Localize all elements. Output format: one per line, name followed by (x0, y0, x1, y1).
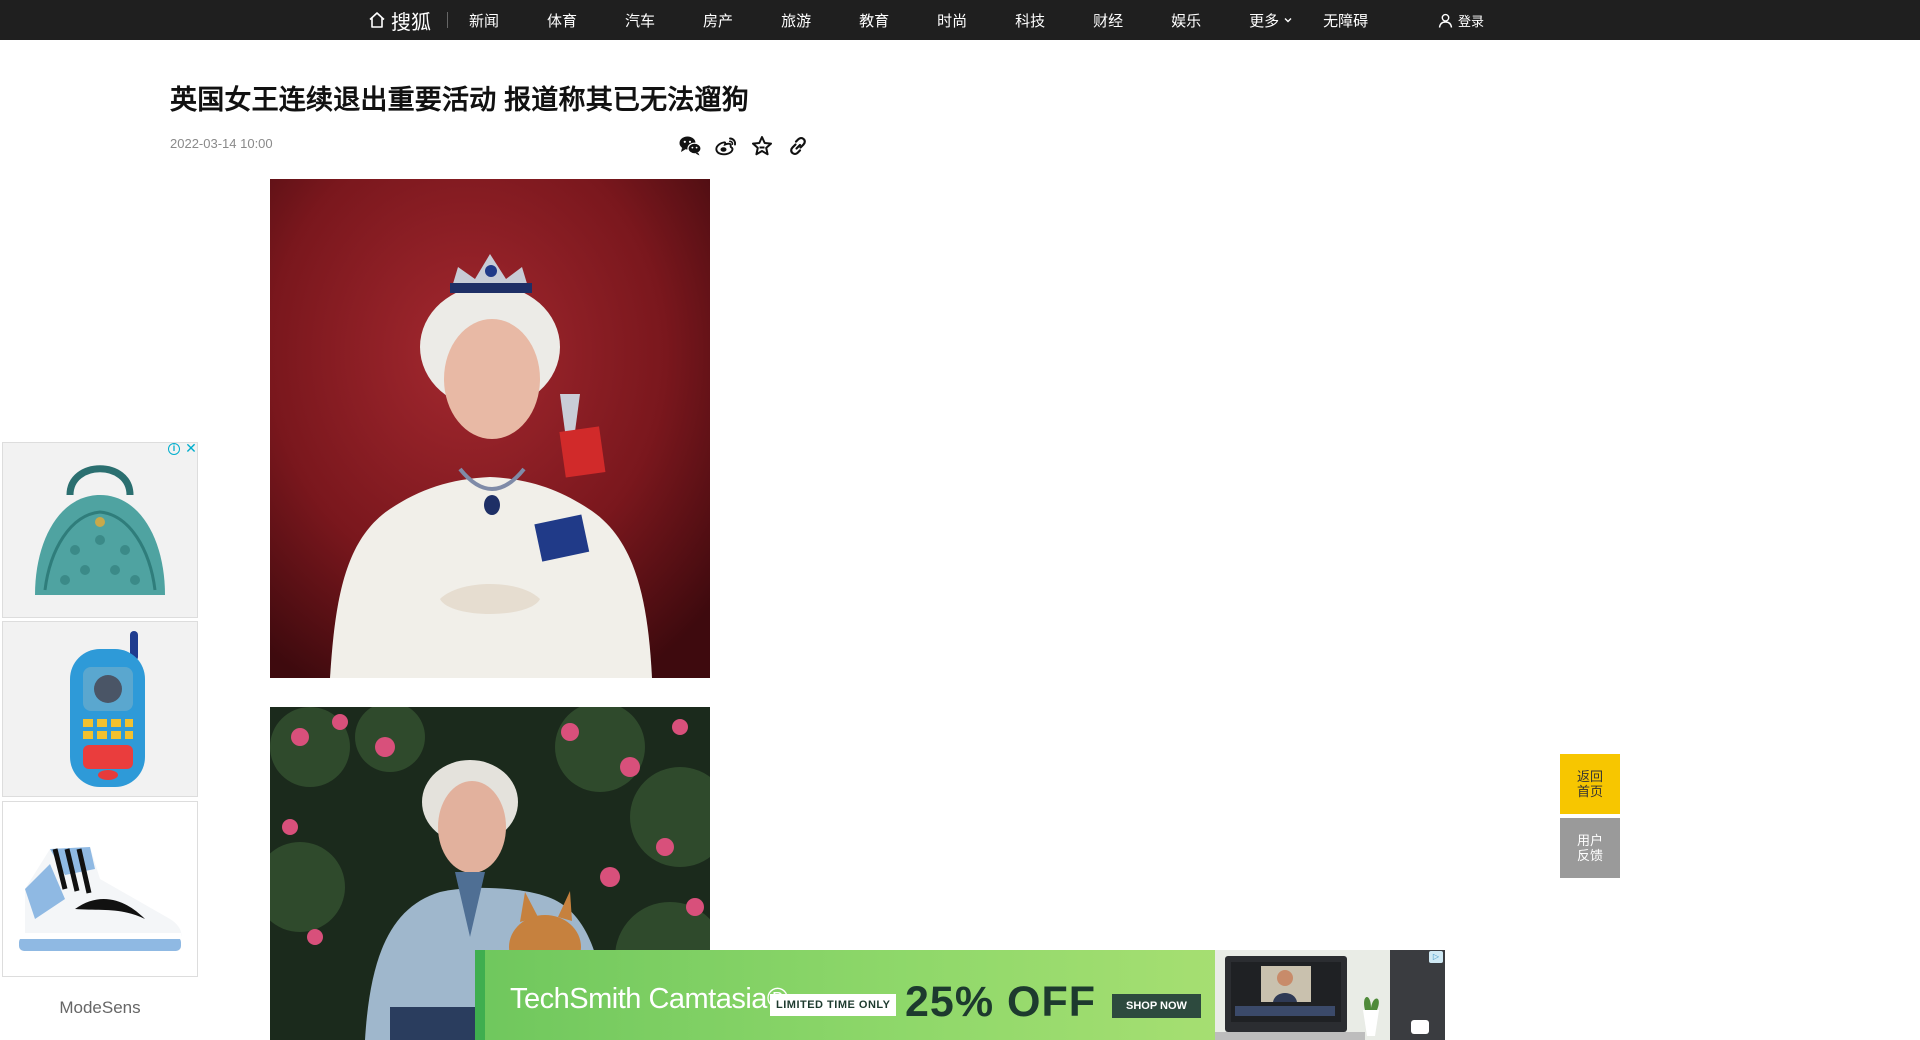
ad-laptop-scene-image (1215, 950, 1445, 1040)
link-icon[interactable] (784, 132, 812, 160)
login-label: 登录 (1458, 13, 1485, 29)
side-ad-modesens: i ✕ ModeSens (2, 441, 198, 1032)
home-icon (369, 12, 385, 28)
top-navigation-bar: 搜狐 新闻 体育 汽车 房产 旅游 教育 时尚 科技 财经 娱乐 更多 无障碍 … (0, 0, 1920, 40)
nav-item-auto[interactable]: 汽车 (625, 10, 655, 31)
nav-item-sports[interactable]: 体育 (547, 10, 577, 31)
ad-edge-stripe (475, 950, 485, 1040)
ad-controls: i ✕ (168, 441, 198, 456)
back-to-home-button[interactable]: 返回首页 (1560, 754, 1620, 814)
logo-text: 搜狐 (391, 11, 431, 34)
nav-more-label: 更多 (1249, 12, 1280, 30)
ad-brand-label[interactable]: ModeSens (2, 998, 198, 1018)
article-photo-queen-portrait (270, 179, 710, 678)
info-icon[interactable]: i (168, 443, 180, 455)
nav-divider (447, 12, 448, 28)
sohu-logo[interactable]: 搜狐 (368, 0, 447, 40)
article-title: 英国女王连续退出重要活动 报道称其已无法遛狗 (170, 85, 749, 115)
nav-item-realestate[interactable]: 房产 (703, 10, 733, 31)
nav-item-travel[interactable]: 旅游 (781, 10, 811, 31)
ad-product-sneaker[interactable] (2, 801, 198, 977)
close-icon[interactable]: ✕ (184, 441, 198, 456)
ad-limited-badge: LIMITED TIME ONLY (770, 994, 897, 1016)
user-feedback-label: 用户反馈 (1576, 833, 1603, 863)
nav-item-news[interactable]: 新闻 (469, 10, 499, 31)
sneaker-image (19, 847, 182, 951)
nav-item-accessibility[interactable]: 无障碍 (1323, 10, 1368, 31)
ad-product-toy-phone[interactable] (2, 621, 198, 797)
back-to-home-label: 返回首页 (1576, 769, 1603, 799)
ad-brand-text: TechSmith Camtasia® (510, 983, 788, 1015)
favorite-star-icon[interactable] (748, 132, 776, 160)
shop-now-button[interactable]: SHOP NOW (1112, 994, 1201, 1018)
nav-item-education[interactable]: 教育 (859, 10, 889, 31)
weibo-icon[interactable] (712, 132, 740, 160)
handbag-image (35, 465, 165, 595)
wechat-icon[interactable] (676, 132, 704, 160)
ad-choices-icon[interactable]: ▷ (1429, 951, 1443, 963)
nav-item-finance[interactable]: 财经 (1093, 10, 1123, 31)
share-bar (676, 132, 820, 160)
nav-item-tech[interactable]: 科技 (1015, 10, 1045, 31)
bottom-banner-ad[interactable]: TechSmith Camtasia® LIMITED TIME ONLY 25… (475, 950, 1445, 1040)
nav-item-more[interactable]: 更多 (1249, 10, 1293, 31)
publish-time: 2022-03-14 10:00 (170, 136, 273, 151)
chevron-down-icon (1284, 18, 1292, 23)
nav-item-fashion[interactable]: 时尚 (937, 10, 967, 31)
nav-item-entertainment[interactable]: 娱乐 (1171, 10, 1201, 31)
login-button[interactable]: 登录 (1438, 0, 1484, 40)
ad-product-handbag[interactable] (2, 442, 198, 618)
toy-phone-image (70, 631, 145, 787)
user-icon (1438, 13, 1453, 28)
user-feedback-button[interactable]: 用户反馈 (1560, 818, 1620, 878)
nav-inner: 搜狐 新闻 体育 汽车 房产 旅游 教育 时尚 科技 财经 娱乐 更多 无障碍 (368, 0, 1416, 40)
ad-discount-text: 25% OFF (905, 978, 1096, 1026)
